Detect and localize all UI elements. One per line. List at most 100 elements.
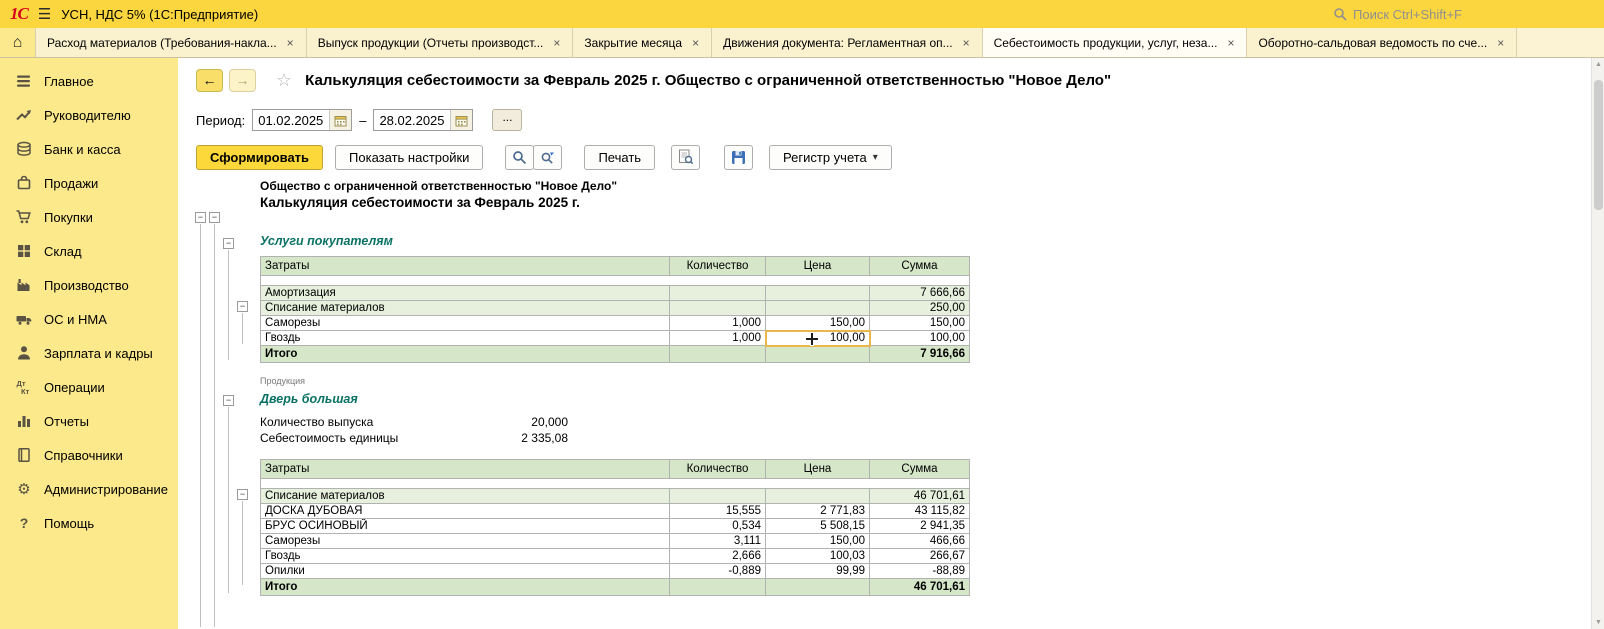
cell-name[interactable]: Гвоздь — [261, 331, 670, 346]
main-menu-icon[interactable]: ☰ — [38, 5, 51, 23]
cell-sum[interactable]: 466,66 — [870, 534, 970, 549]
generate-button[interactable]: Сформировать — [196, 145, 323, 170]
cell-qty[interactable]: 3,111 — [670, 534, 766, 549]
cell-qty[interactable] — [670, 489, 766, 504]
cell-price[interactable] — [766, 346, 870, 363]
cell-sum[interactable]: 46 701,61 — [870, 489, 970, 504]
cell-price[interactable] — [766, 301, 870, 316]
cell-name[interactable]: Списание материалов — [261, 489, 670, 504]
calendar-button[interactable] — [329, 110, 351, 130]
cell-name[interactable]: Саморезы — [261, 534, 670, 549]
cell-name[interactable]: ДОСКА ДУБОВАЯ — [261, 504, 670, 519]
cell-price[interactable]: 5 508,15 — [766, 519, 870, 534]
cell-qty[interactable]: -0,889 — [670, 564, 766, 579]
cell-sum[interactable]: 250,00 — [870, 301, 970, 316]
period-from-input[interactable] — [253, 113, 329, 128]
cell-sum[interactable]: 2 941,35 — [870, 519, 970, 534]
group-collapse-button[interactable]: − — [209, 212, 220, 223]
calendar-button[interactable] — [450, 110, 472, 130]
cell-price[interactable] — [766, 489, 870, 504]
cell-qty[interactable] — [670, 579, 766, 596]
cell-price[interactable]: 150,00 — [766, 316, 870, 331]
output-qty-value[interactable]: 20,000 — [531, 415, 568, 429]
find-button[interactable] — [505, 145, 534, 170]
back-button[interactable]: ← — [196, 69, 223, 92]
forward-button[interactable]: → — [229, 69, 256, 92]
global-search[interactable]: Поиск Ctrl+Shift+F — [1333, 7, 1462, 22]
cell-qty[interactable]: 1,000 — [670, 316, 766, 331]
period-to-input[interactable] — [374, 113, 450, 128]
cell-qty[interactable] — [670, 286, 766, 301]
save-button[interactable] — [724, 145, 753, 170]
group-collapse-button[interactable]: − — [195, 212, 206, 223]
cell-sum[interactable]: 100,00 — [870, 331, 970, 346]
sidebar-item-rukovoditelyu[interactable]: Руководителю — [0, 98, 178, 132]
sidebar-item-otchety[interactable]: Отчеты — [0, 404, 178, 438]
tab-close-icon[interactable]: × — [1496, 36, 1505, 50]
cell-price[interactable]: 2 771,83 — [766, 504, 870, 519]
cell-name[interactable]: Амортизация — [261, 286, 670, 301]
cell-sum[interactable]: 43 115,82 — [870, 504, 970, 519]
sidebar-item-pomoshch[interactable]: ? Помощь — [0, 506, 178, 540]
selected-cell[interactable]: 100,00 — [766, 331, 870, 346]
sidebar-item-os-i-nma[interactable]: ОС и НМА — [0, 302, 178, 336]
print-button[interactable]: Печать — [584, 145, 655, 170]
cell-name[interactable]: Списание материалов — [261, 301, 670, 316]
group-collapse-button[interactable]: − — [237, 489, 248, 500]
cell-sum[interactable]: 266,67 — [870, 549, 970, 564]
sidebar-item-administrirovanie[interactable]: ⚙ Администрирование — [0, 472, 178, 506]
show-settings-button[interactable]: Показать настройки — [335, 145, 483, 170]
sidebar-item-glavnoe[interactable]: Главное — [0, 64, 178, 98]
cell-total-sum[interactable]: 46 701,61 — [870, 579, 970, 596]
sidebar-item-pokupki[interactable]: Покупки — [0, 200, 178, 234]
cell-qty[interactable]: 15,555 — [670, 504, 766, 519]
group-collapse-button[interactable]: − — [223, 238, 234, 249]
register-dropdown-button[interactable]: Регистр учета▾ — [769, 145, 892, 170]
cell-qty[interactable]: 0,534 — [670, 519, 766, 534]
cell-price[interactable]: 150,00 — [766, 534, 870, 549]
cell-name[interactable]: БРУС ОСИНОВЫЙ — [261, 519, 670, 534]
cell-sum[interactable]: 150,00 — [870, 316, 970, 331]
scrollbar-thumb[interactable] — [1594, 80, 1603, 210]
cell-name[interactable]: Гвоздь — [261, 549, 670, 564]
period-more-button[interactable]: ... — [492, 109, 522, 131]
sidebar-item-zarplata-i-kadry[interactable]: Зарплата и кадры — [0, 336, 178, 370]
unit-cost-value[interactable]: 2 335,08 — [521, 431, 568, 445]
sidebar-item-sklad[interactable]: Склад — [0, 234, 178, 268]
cell-price[interactable] — [766, 579, 870, 596]
find-next-button[interactable] — [533, 145, 562, 170]
tab-zakrytie-mesyaca[interactable]: Закрытие месяца× — [573, 28, 712, 57]
sidebar-item-prodazhi[interactable]: Продажи — [0, 166, 178, 200]
tab-dvizheniya-dokumenta[interactable]: Движения документа: Регламентная оп...× — [712, 28, 983, 57]
tab-close-icon[interactable]: × — [962, 36, 971, 50]
group-collapse-button[interactable]: − — [223, 395, 234, 406]
group-collapse-button[interactable]: − — [237, 301, 248, 312]
sidebar-item-operatsii[interactable]: ДтКт Операции — [0, 370, 178, 404]
tab-close-icon[interactable]: × — [286, 36, 295, 50]
cell-sum[interactable]: -88,89 — [870, 564, 970, 579]
cell-total-label[interactable]: Итого — [261, 346, 670, 363]
cell-sum[interactable]: 7 666,66 — [870, 286, 970, 301]
cell-total-label[interactable]: Итого — [261, 579, 670, 596]
cell-name[interactable]: Саморезы — [261, 316, 670, 331]
tab-vypusk-produkcii[interactable]: Выпуск продукции (Отчеты производст...× — [307, 28, 574, 57]
tab-osv[interactable]: Оборотно-сальдовая ведомость по сче...× — [1247, 28, 1517, 57]
scroll-up-icon[interactable]: ▲ — [1592, 61, 1604, 68]
cell-qty[interactable] — [670, 346, 766, 363]
tab-close-icon[interactable]: × — [691, 36, 700, 50]
scroll-down-icon[interactable]: ▼ — [1592, 619, 1604, 626]
cell-price[interactable]: 99,99 — [766, 564, 870, 579]
sidebar-item-proizvodstvo[interactable]: Производство — [0, 268, 178, 302]
cell-qty[interactable]: 2,666 — [670, 549, 766, 564]
tab-sebestoimost[interactable]: Себестоимость продукции, услуг, неза...× — [983, 28, 1248, 57]
cell-qty[interactable]: 1,000 — [670, 331, 766, 346]
home-tab[interactable]: ⌂ — [0, 28, 36, 57]
tab-close-icon[interactable]: × — [1226, 36, 1235, 50]
cell-price[interactable]: 100,03 — [766, 549, 870, 564]
cell-total-sum[interactable]: 7 916,66 — [870, 346, 970, 363]
tab-rashod-materialov[interactable]: Расход материалов (Требования-накла...× — [36, 28, 307, 57]
vertical-scrollbar[interactable]: ▲ ▼ — [1591, 58, 1604, 629]
cell-price[interactable] — [766, 286, 870, 301]
print-preview-button[interactable] — [671, 145, 700, 170]
cell-name[interactable]: Опилки — [261, 564, 670, 579]
